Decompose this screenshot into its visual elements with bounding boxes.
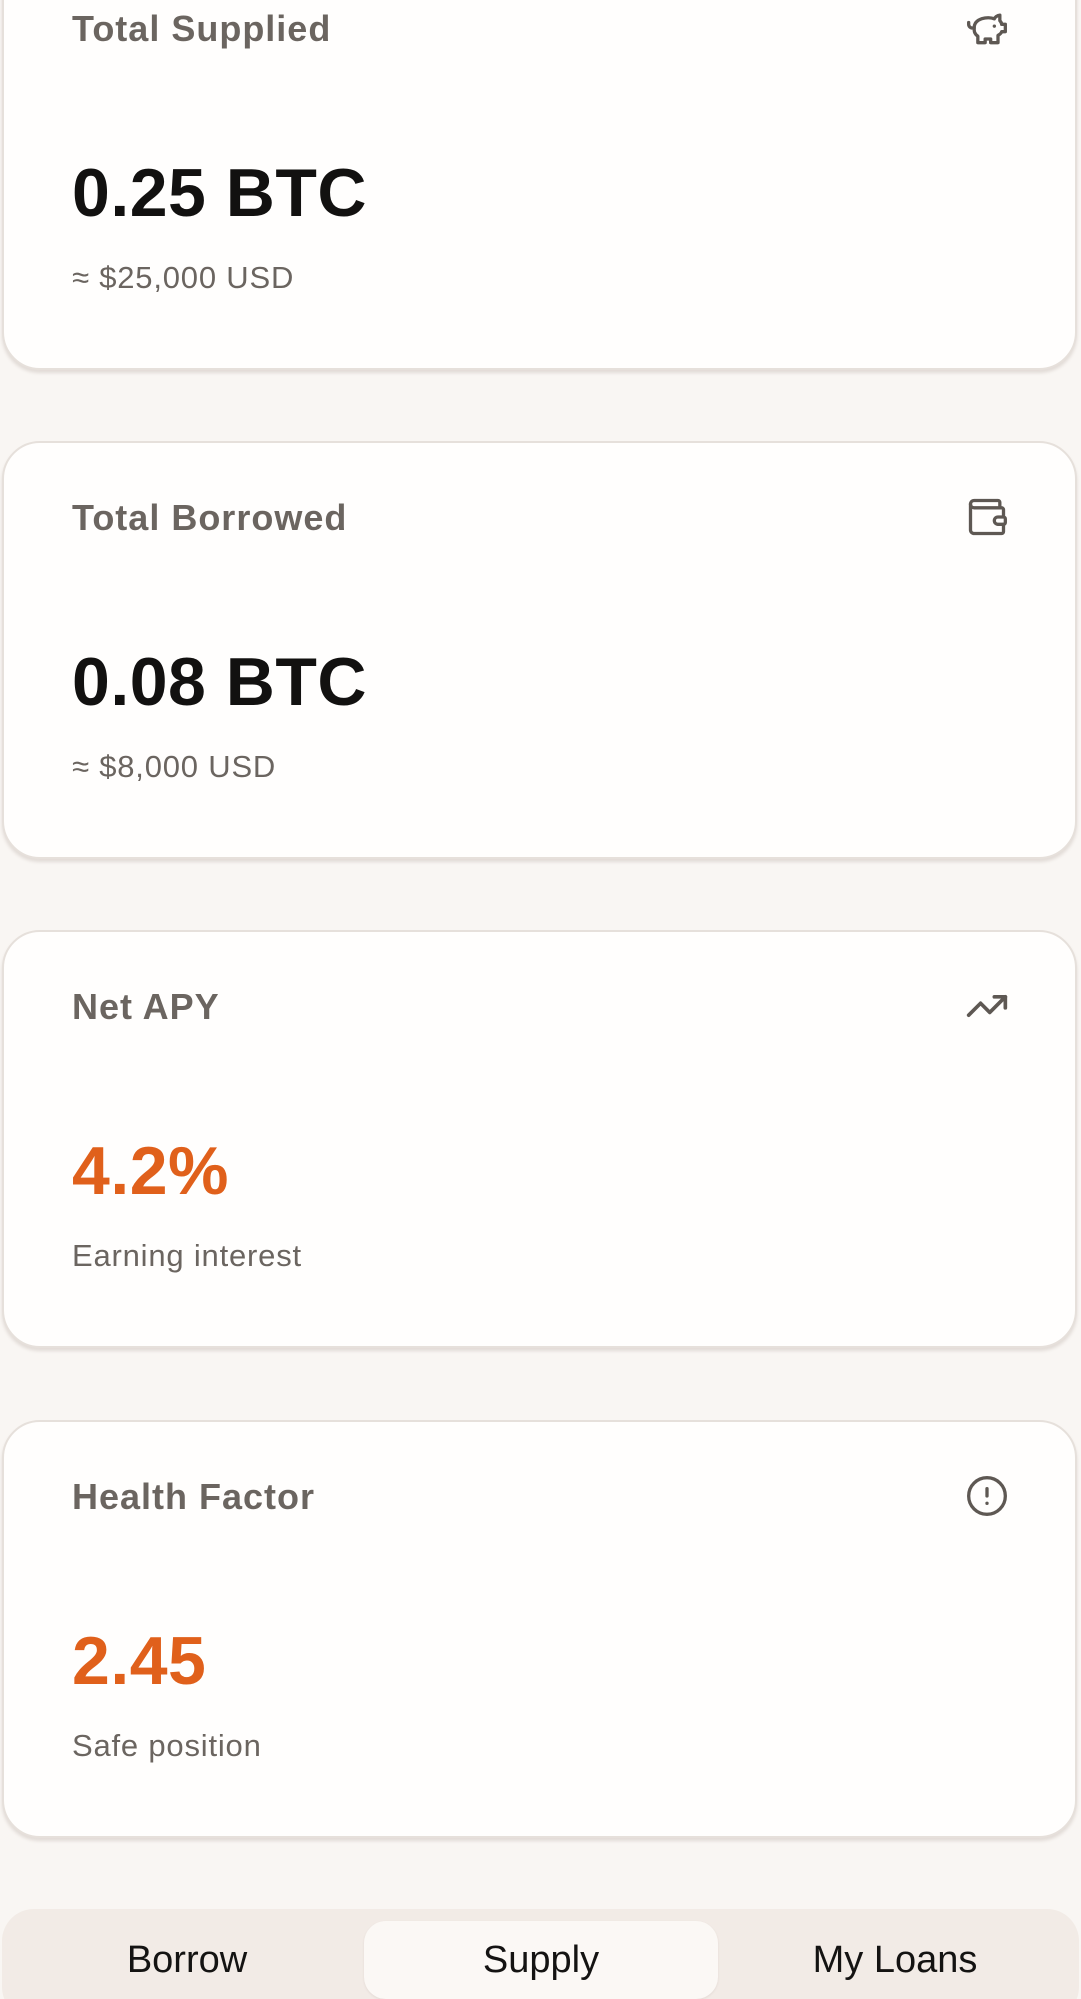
borrowed-value: 0.08 BTC: [72, 644, 367, 720]
health-factor-value: 2.45: [72, 1623, 207, 1699]
net-apy-value: 4.2%: [72, 1133, 229, 1209]
tab-borrow[interactable]: Borrow: [10, 1921, 364, 1999]
alert-circle-icon: [965, 1474, 1009, 1518]
supplied-usd: ≈ $25,000 USD: [72, 260, 295, 295]
trending-up-icon: [965, 984, 1009, 1028]
card-title: Total Supplied: [72, 8, 332, 49]
wallet-icon: [965, 495, 1009, 539]
health-factor-card: Health Factor 2.45 Safe position: [2, 1420, 1077, 1838]
tab-my-loans[interactable]: My Loans: [718, 1921, 1072, 1999]
supplied-value: 0.25 BTC: [72, 155, 367, 231]
net-apy-card: Net APY 4.2% Earning interest: [2, 930, 1077, 1348]
dashboard-page: Total Supplied 0.25 BTC ≈ $25,000 USD To…: [0, 0, 1081, 1999]
bottom-tab-bar: Borrow Supply My Loans: [2, 1909, 1079, 1999]
borrowed-usd: ≈ $8,000 USD: [72, 749, 277, 784]
total-supplied-card: Total Supplied 0.25 BTC ≈ $25,000 USD: [2, 0, 1077, 370]
card-title: Health Factor: [72, 1476, 316, 1517]
net-apy-status: Earning interest: [72, 1238, 302, 1273]
card-title: Net APY: [72, 986, 220, 1027]
total-borrowed-card: Total Borrowed 0.08 BTC ≈ $8,000 USD: [2, 441, 1077, 859]
piggy-bank-icon: [965, 6, 1009, 50]
tab-supply[interactable]: Supply: [364, 1921, 718, 1999]
health-factor-status: Safe position: [72, 1728, 262, 1763]
card-title: Total Borrowed: [72, 497, 348, 538]
